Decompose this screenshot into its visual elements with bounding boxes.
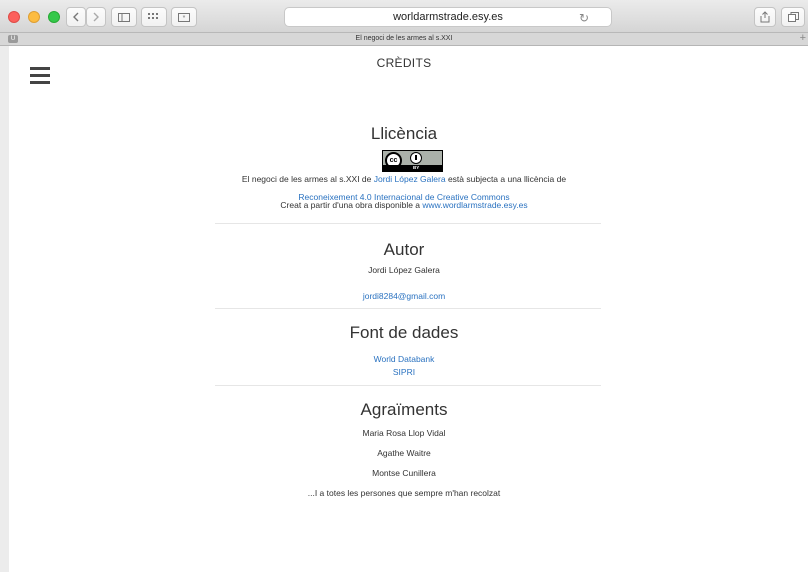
thanks-heading: Agraïments (360, 400, 448, 419)
grid-icon (148, 13, 158, 19)
cc-by-badge[interactable]: cc BY (382, 150, 443, 172)
star-box-icon: * (178, 12, 190, 22)
source-item-row: SIPRI (0, 362, 808, 380)
reload-icon[interactable]: ↻ (579, 11, 589, 25)
author-link[interactable]: Jordi López Galera (374, 174, 446, 184)
license-line-3: Creat a partir d'una obra disponible a w… (280, 200, 528, 210)
source-sipri-link[interactable]: SIPRI (393, 367, 415, 377)
new-tab-icon[interactable]: + (800, 32, 806, 44)
tabs-overview-button[interactable] (781, 7, 805, 27)
minimize-window-button[interactable] (28, 11, 40, 23)
sidebar-button[interactable] (111, 7, 137, 27)
author-email-row: jordi8284@gmail.com (0, 286, 808, 304)
share-icon (760, 11, 770, 23)
zoom-window-button[interactable] (48, 11, 60, 23)
top-sites-button[interactable] (141, 7, 167, 27)
divider (215, 385, 601, 386)
sidebar-icon (118, 12, 130, 22)
extension-button[interactable]: * (171, 7, 197, 27)
thanks-person: Maria Rosa Llop Vidal (362, 428, 446, 438)
share-button[interactable] (754, 7, 776, 27)
address-url: worldarmstrade.esy.es (393, 11, 503, 23)
attribution-icon (410, 152, 422, 164)
tabs-icon (787, 12, 799, 22)
license-heading: Llicència (370, 124, 438, 143)
chevron-right-icon (93, 12, 99, 22)
author-name: Jordi López Galera (368, 265, 440, 275)
browser-window: * worldarmstrade.esy.es ↻ U El negoci de… (0, 0, 808, 572)
sources-heading: Font de dades (349, 323, 459, 342)
tab-bar: U El negoci de les armes al s.XXI + (0, 32, 808, 46)
tab-favicon: U (8, 35, 18, 43)
address-bar[interactable]: worldarmstrade.esy.es ↻ (284, 7, 612, 27)
badge-label: BY (413, 165, 420, 170)
source-work-link[interactable]: www.wordlarmstrade.esy.es (422, 200, 527, 210)
forward-button[interactable] (86, 7, 106, 27)
back-button[interactable] (66, 7, 86, 27)
thanks-person: Agathe Waitre (377, 448, 431, 458)
browser-toolbar: * worldarmstrade.esy.es ↻ (0, 0, 808, 33)
divider (215, 308, 601, 309)
thanks-closing: ...I a totes les persones que sempre m'h… (307, 488, 501, 498)
close-window-button[interactable] (8, 11, 20, 23)
license-line-1: El negoci de les armes al s.XXI de Jordi… (241, 174, 567, 184)
thanks-person: Montse Cunillera (372, 468, 436, 478)
divider (215, 223, 601, 224)
svg-text:*: * (183, 15, 186, 22)
chevron-left-icon (73, 12, 79, 22)
page-title: CRÈDITS (376, 56, 432, 70)
author-email-link[interactable]: jordi8284@gmail.com (363, 291, 445, 301)
tab-title[interactable]: El negoci de les armes al s.XXI (20, 33, 788, 45)
author-heading: Autor (383, 240, 425, 259)
